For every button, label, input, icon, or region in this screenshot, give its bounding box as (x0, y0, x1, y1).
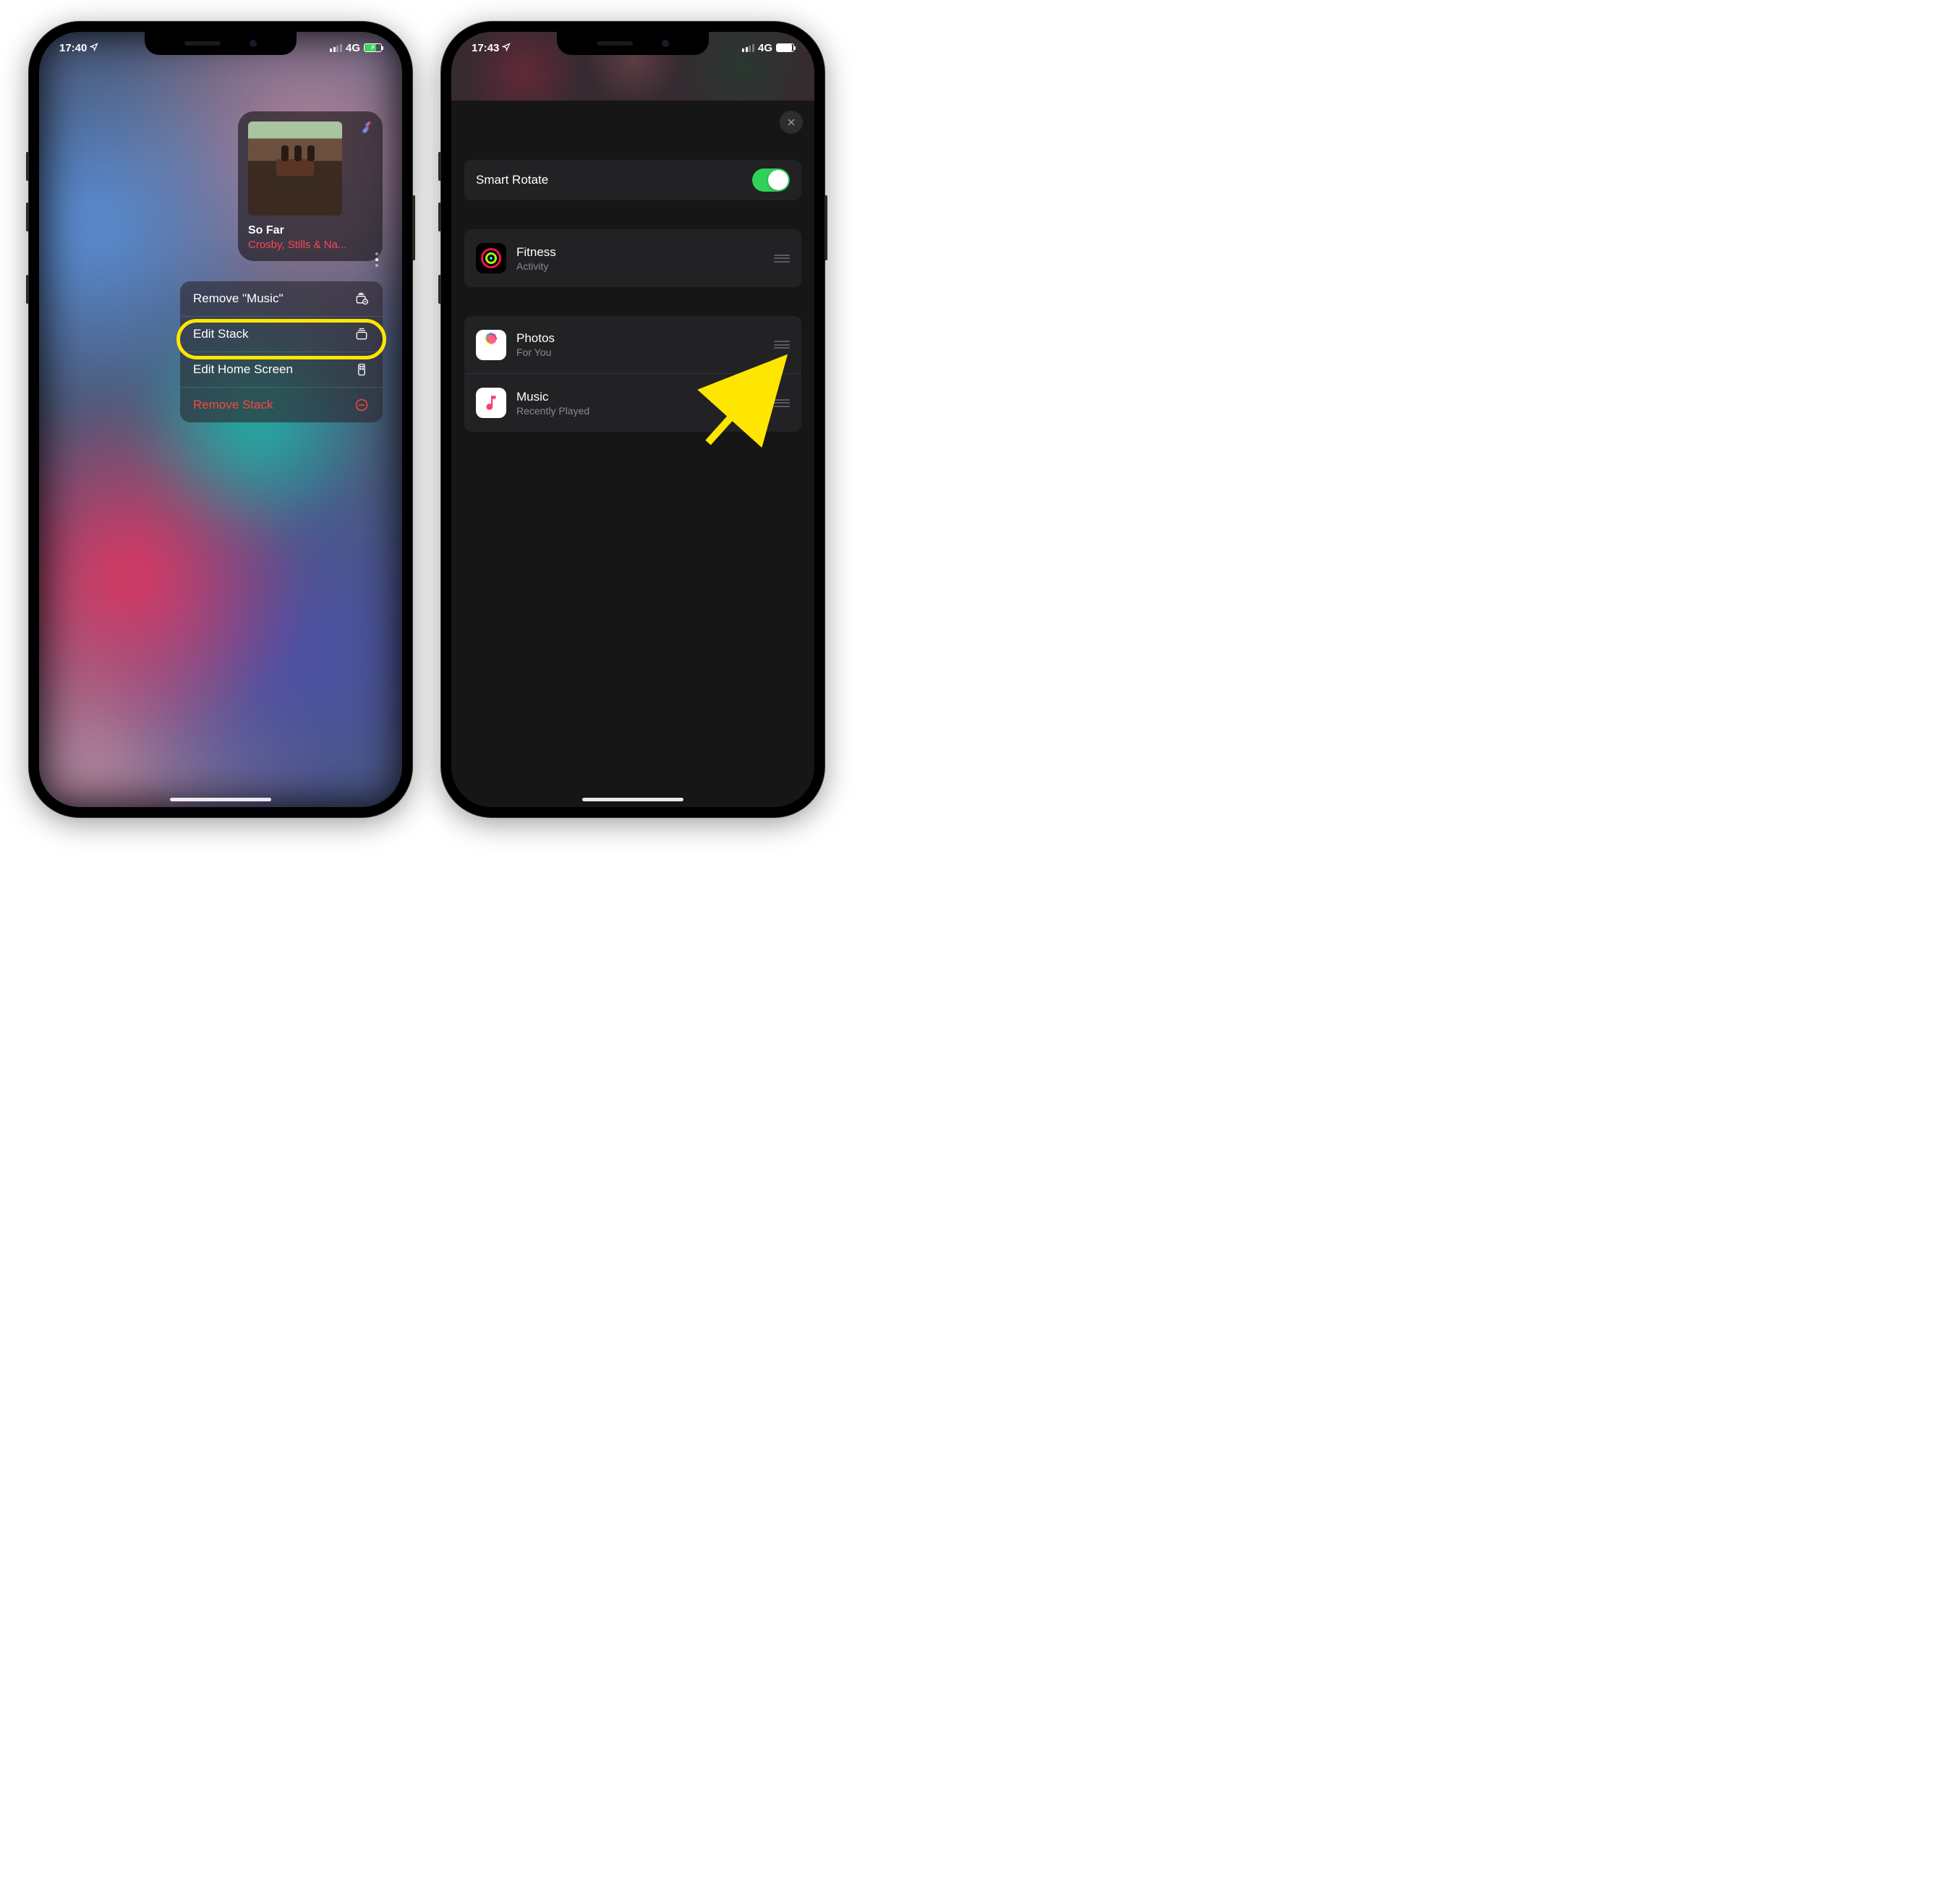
track-artist: Crosby, Stills & Na... (248, 239, 372, 251)
fitness-app-icon (476, 243, 506, 273)
network-label: 4G (346, 42, 360, 54)
ctx-remove-music[interactable]: Remove "Music" (180, 281, 383, 317)
status-time: 17:40 (59, 42, 87, 54)
stack-row-music[interactable]: Music Recently Played (464, 374, 801, 432)
screen-right: 17:43 4G Smart Rotate (451, 32, 814, 807)
location-icon (502, 42, 511, 54)
status-time: 17:43 (472, 42, 499, 54)
ctx-edit-stack[interactable]: Edit Stack (180, 317, 383, 352)
context-menu: Remove "Music" Edit Stack (180, 281, 383, 422)
home-indicator[interactable] (582, 798, 683, 801)
ctx-remove-stack-label: Remove Stack (193, 398, 273, 412)
fitness-sub: Activity (516, 260, 764, 272)
music-app-icon (476, 388, 506, 418)
notch (557, 32, 709, 55)
signal-icon (742, 44, 754, 52)
ctx-remove-stack[interactable]: Remove Stack (180, 388, 383, 422)
signal-icon (330, 44, 342, 52)
photos-title: Photos (516, 331, 764, 346)
photos-sub: For You (516, 346, 764, 358)
stack-icon (354, 327, 370, 341)
location-icon (90, 42, 98, 54)
notch (145, 32, 297, 55)
drag-handle-icon[interactable] (774, 399, 790, 407)
battery-icon (776, 43, 794, 52)
remove-widget-icon (354, 291, 370, 306)
stack-group-fitness: Fitness Activity (464, 229, 801, 287)
battery-icon: ⚡︎ (364, 43, 382, 52)
stack-group-photos-music: Photos For You Music Recently Played (464, 316, 801, 432)
stack-row-fitness[interactable]: Fitness Activity (464, 229, 801, 287)
ctx-remove-label: Remove "Music" (193, 291, 284, 306)
drag-handle-icon[interactable] (774, 255, 790, 263)
music-sub: Recently Played (516, 405, 764, 417)
close-button[interactable] (780, 111, 803, 134)
home-indicator[interactable] (170, 798, 271, 801)
network-label: 4G (758, 42, 772, 54)
fitness-title: Fitness (516, 245, 764, 260)
smart-rotate-label: Smart Rotate (476, 173, 548, 187)
home-screen-icon (354, 362, 370, 377)
screen-left: 17:40 4G ⚡︎ So Far Crosby, Stills & Na..… (39, 32, 402, 807)
ctx-edit-home-label: Edit Home Screen (193, 362, 293, 377)
track-title: So Far (248, 224, 372, 237)
ctx-edit-stack-label: Edit Stack (193, 327, 249, 341)
stack-page-dots (375, 252, 378, 267)
music-widget[interactable]: So Far Crosby, Stills & Na... (238, 111, 383, 261)
ctx-edit-home[interactable]: Edit Home Screen (180, 352, 383, 388)
music-title: Music (516, 390, 764, 404)
remove-icon (354, 398, 370, 412)
stack-row-photos[interactable]: Photos For You (464, 316, 801, 374)
smart-rotate-row: Smart Rotate (464, 160, 801, 200)
phone-left: 17:40 4G ⚡︎ So Far Crosby, Stills & Na..… (29, 22, 412, 817)
phone-right: 17:43 4G Smart Rotate (441, 22, 825, 817)
photos-app-icon (476, 330, 506, 360)
edit-stack-sheet: Smart Rotate Fitness Activity (451, 101, 814, 807)
drag-handle-icon[interactable] (774, 341, 790, 349)
music-icon (361, 120, 374, 137)
album-art (248, 122, 342, 216)
smart-rotate-toggle[interactable] (752, 169, 790, 192)
